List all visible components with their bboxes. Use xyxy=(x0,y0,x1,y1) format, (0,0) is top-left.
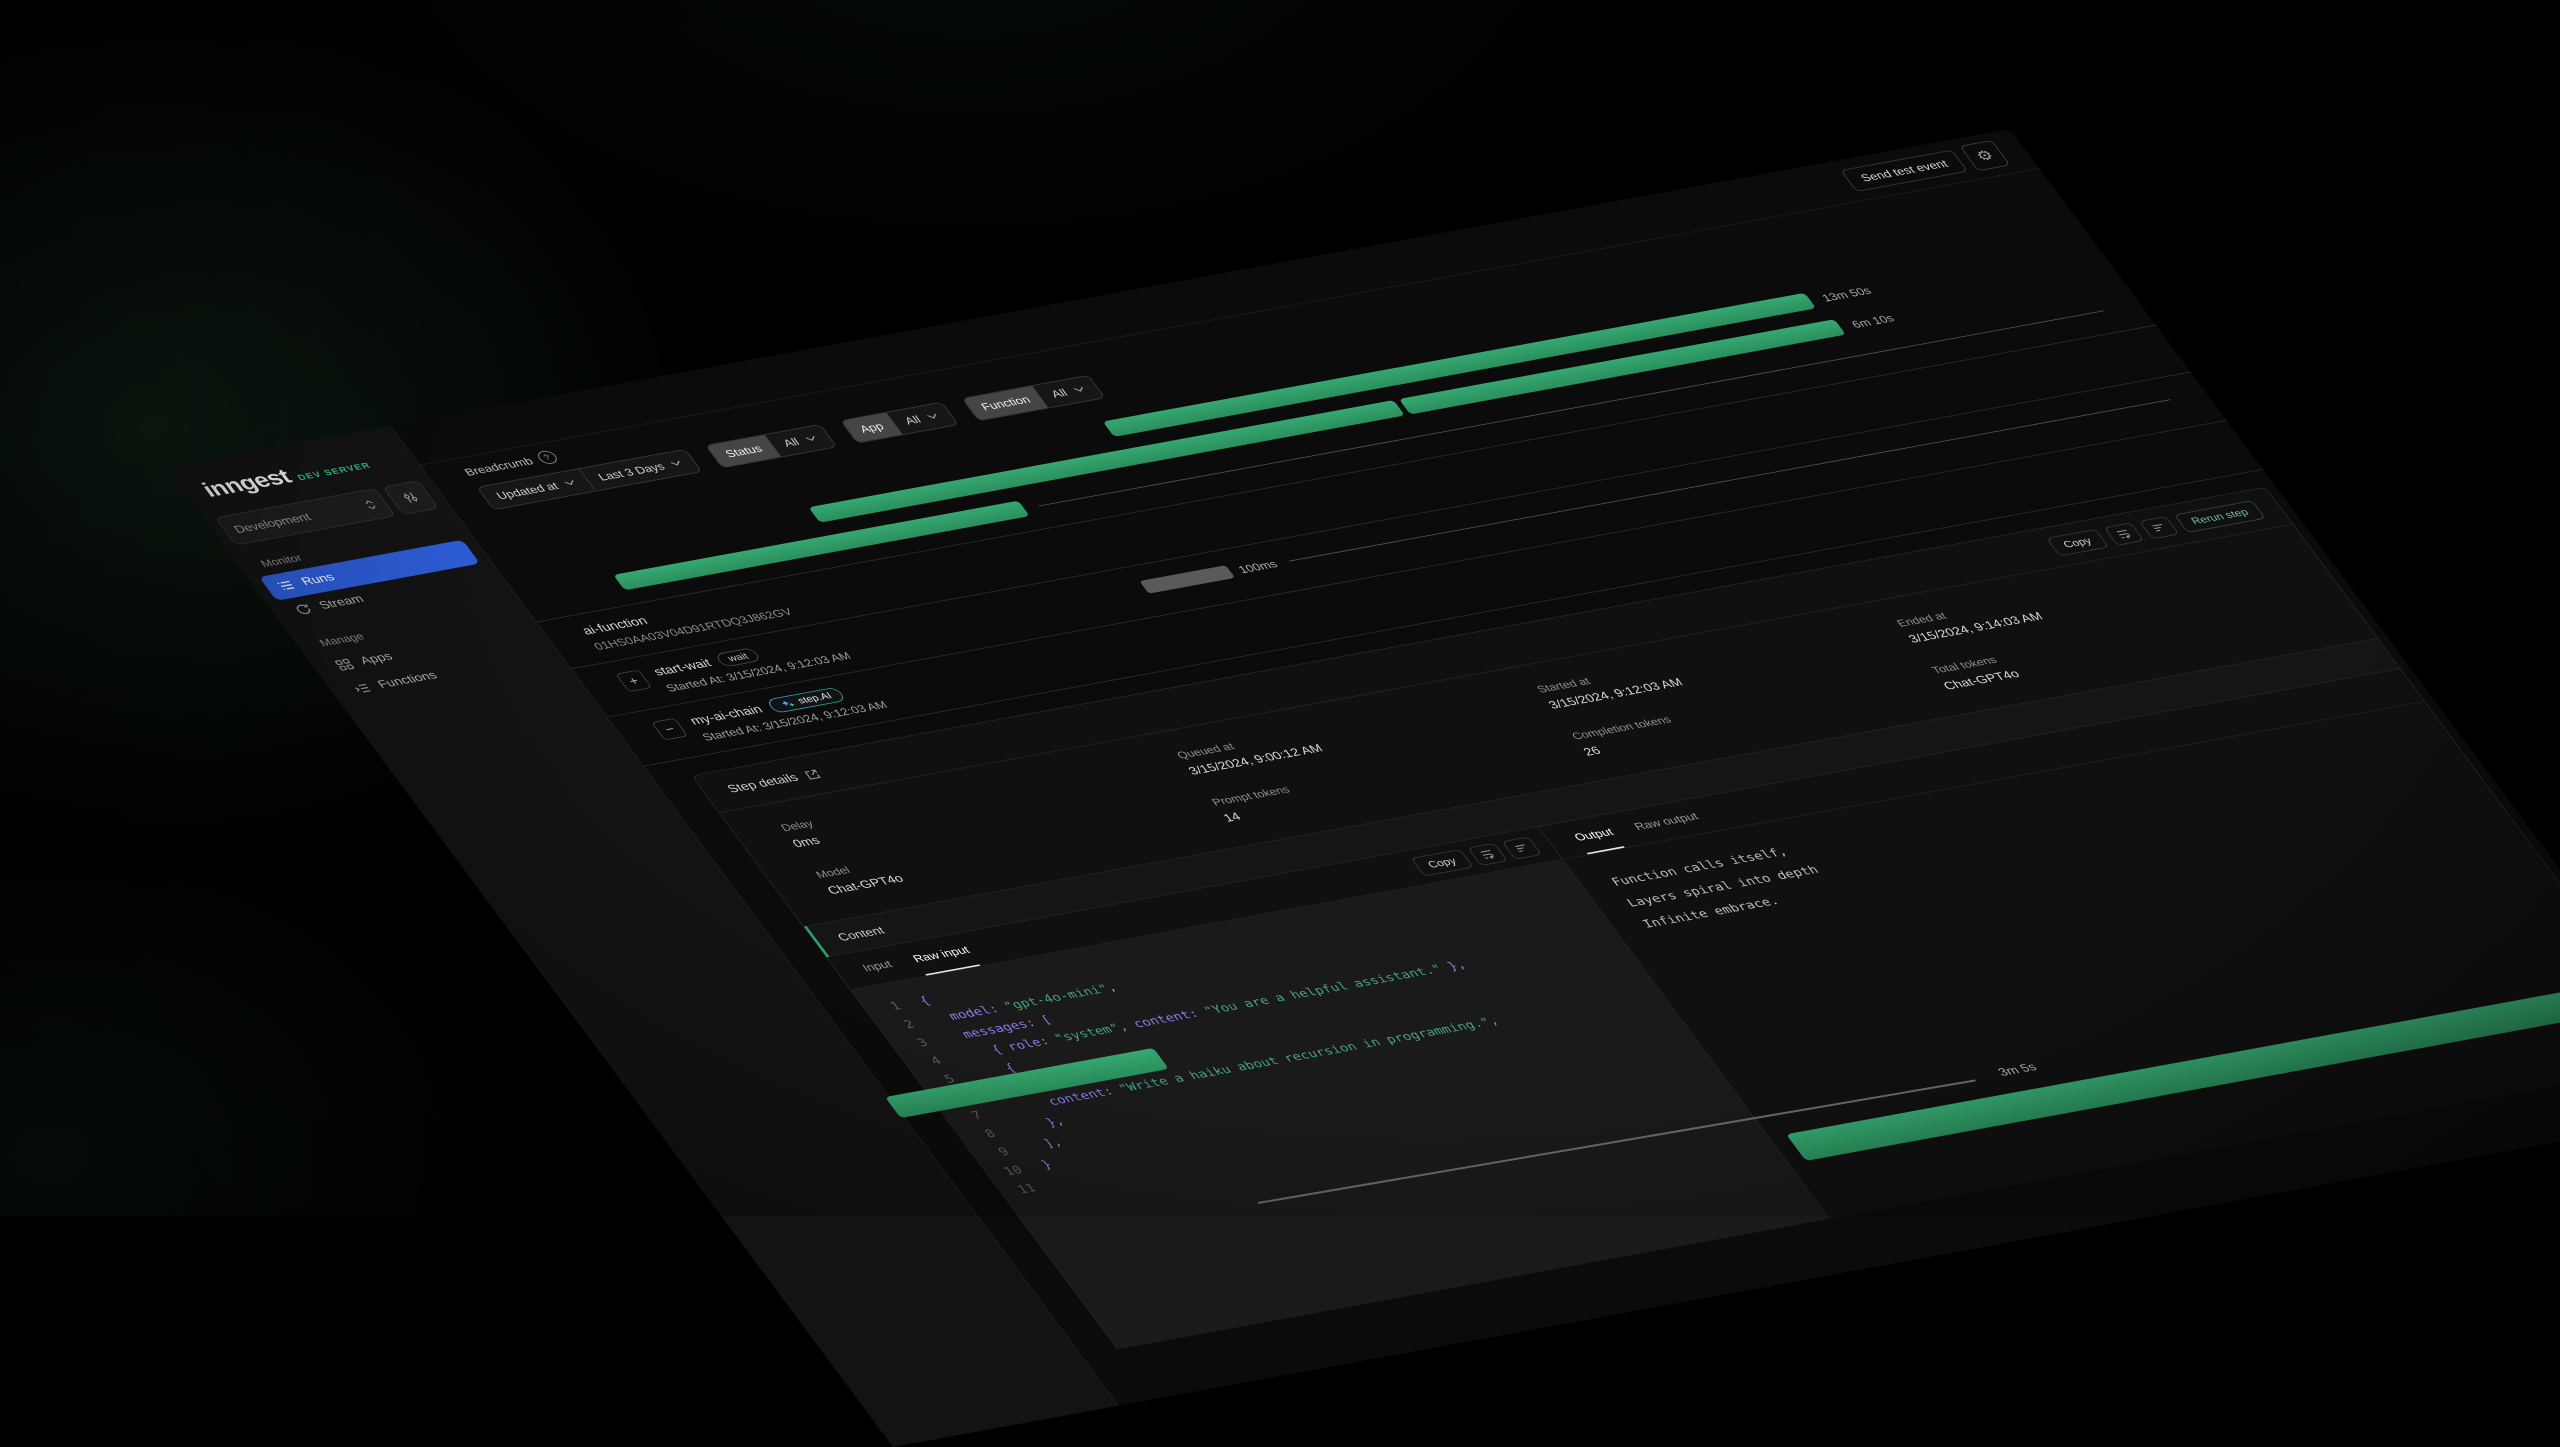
apps-grid-icon xyxy=(333,658,356,672)
lines-icon xyxy=(1512,842,1532,854)
rerun-step-button[interactable]: Rerun step xyxy=(2174,500,2266,533)
sort-dropdown[interactable]: Updated at xyxy=(478,469,595,509)
runs-list-icon xyxy=(274,579,297,593)
stream-icon xyxy=(292,603,315,617)
main-content: Send test event ⚙ Breadcrumb ? Updated a… xyxy=(390,129,2560,1406)
format-lines-button[interactable] xyxy=(2139,516,2180,539)
functions-list-icon xyxy=(351,682,374,696)
duration-label: 13m 50s xyxy=(1819,284,1873,303)
workspace-select-value: Development xyxy=(231,510,314,535)
wait-badge: wait xyxy=(714,647,762,667)
duration-label: 6m 10s xyxy=(1849,312,1897,330)
breadcrumb: Breadcrumb xyxy=(462,455,536,478)
sidebar-item-label: Stream xyxy=(316,593,366,612)
settings-button[interactable]: ⚙ xyxy=(1959,140,2010,171)
chevron-down-icon xyxy=(1072,386,1086,393)
dev-server-tag: DEV SERVER xyxy=(296,461,374,483)
time-range-value: Last 3 Days xyxy=(595,461,667,483)
code-format-button[interactable] xyxy=(1502,837,1543,860)
select-updown-icon xyxy=(362,499,379,511)
chevron-down-icon xyxy=(804,435,818,442)
gear-icon: ⚙ xyxy=(1972,147,1997,164)
copy-button[interactable]: Copy xyxy=(2046,529,2109,556)
time-range-dropdown[interactable]: Last 3 Days xyxy=(579,450,702,491)
lines-icon xyxy=(2149,522,2169,534)
content-title: Content xyxy=(811,924,887,948)
sidebar-item-label: Runs xyxy=(299,571,338,588)
app-filter[interactable]: App All xyxy=(840,402,959,444)
code-copy-button[interactable]: Copy xyxy=(1411,849,1474,876)
tab-input[interactable]: Input xyxy=(852,948,903,985)
step-details-title: Step details xyxy=(725,772,802,796)
code-wrap-button[interactable] xyxy=(1467,843,1508,866)
collapse-button[interactable]: − xyxy=(651,718,688,740)
wrap-text-button[interactable] xyxy=(2104,523,2145,546)
chevron-down-icon xyxy=(563,480,577,487)
chevron-down-icon xyxy=(926,413,940,420)
chevron-down-icon xyxy=(670,460,684,467)
dev-server-window: inngest DEV SERVER Development Monitor R… xyxy=(165,129,2560,1447)
inngest-logo: inngest xyxy=(197,465,296,502)
wrap-text-icon xyxy=(1478,848,1498,860)
sidebar-item-label: Apps xyxy=(358,651,396,668)
sidebar-item-label: Functions xyxy=(375,669,440,691)
expand-button[interactable]: + xyxy=(615,670,652,692)
wrap-text-icon xyxy=(2114,528,2134,540)
help-icon[interactable]: ? xyxy=(534,450,560,466)
sliders-icon xyxy=(399,491,422,505)
external-link-icon[interactable] xyxy=(803,769,823,781)
tab-output[interactable]: Output xyxy=(1564,815,1624,854)
sort-value: Updated at xyxy=(494,480,561,501)
sparkle-icon xyxy=(778,698,797,709)
